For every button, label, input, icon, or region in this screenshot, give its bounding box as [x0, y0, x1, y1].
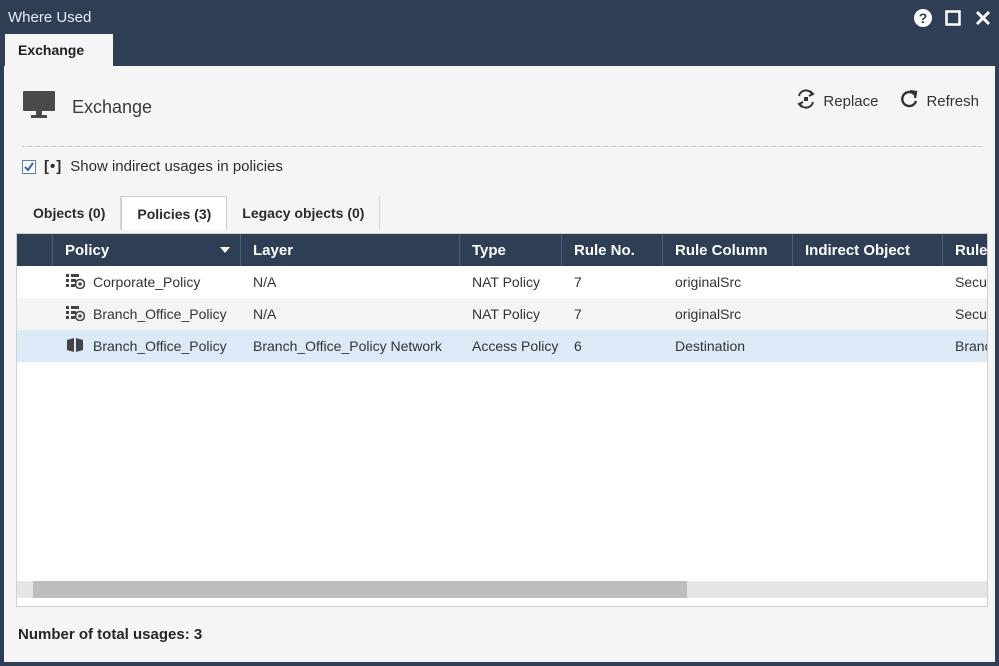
window-title: Where Used — [8, 9, 92, 26]
col-rule[interactable]: Rule — [943, 234, 987, 266]
cell-layer: N/A — [253, 274, 277, 290]
row-spacer — [17, 330, 53, 362]
toolbar: Replace Refresh — [795, 88, 979, 114]
cell-rule-no: 6 — [574, 338, 582, 354]
policy-name: Branch_Office_Policy — [93, 338, 227, 354]
cell-indirect-object — [793, 330, 943, 362]
horizontal-scrollbar[interactable] — [17, 581, 987, 598]
indirect-usage-checkbox[interactable] — [22, 159, 36, 174]
cell-layer: Branch_Office_Policy Network — [253, 338, 442, 354]
where-used-panel: Exchange Replace Refresh [•] Show indire… — [4, 66, 995, 662]
col-rule-column[interactable]: Rule Column — [663, 234, 793, 266]
row-spacer — [17, 298, 53, 330]
nat-policy-icon — [65, 273, 86, 292]
cell-type: NAT Policy — [472, 274, 540, 290]
window-controls: ? — [913, 8, 993, 28]
policy-name: Branch_Office_Policy — [93, 306, 227, 322]
cell-rule: Secur — [955, 274, 988, 290]
cell-indirect-object — [793, 298, 943, 330]
header-spacer — [17, 234, 53, 266]
table-header: Policy Layer Type Rule No. Rule Column I… — [17, 234, 987, 266]
total-usages: Number of total usages: 3 — [18, 626, 203, 643]
nat-policy-icon — [65, 305, 86, 324]
col-policy[interactable]: Policy — [53, 234, 241, 266]
cell-policy: Corporate_Policy — [53, 266, 241, 298]
access-policy-icon — [65, 337, 85, 356]
monitor-icon — [22, 90, 56, 125]
row-spacer — [17, 266, 53, 298]
title-bar: Where Used ? — [0, 0, 999, 34]
cell-rule-column: originalSrc — [675, 274, 742, 290]
scrollbar-thumb[interactable] — [33, 581, 687, 598]
maximize-icon[interactable] — [943, 8, 963, 28]
replace-label: Replace — [823, 92, 879, 110]
top-tabstrip: Exchange — [0, 34, 999, 66]
tab-policies[interactable]: Policies (3) — [121, 196, 228, 230]
separator — [22, 146, 982, 147]
cell-indirect-object — [793, 266, 943, 298]
cell-policy: Branch_Office_Policy — [53, 298, 241, 330]
indirect-usage-row: [•] Show indirect usages in policies — [22, 158, 283, 175]
replace-button[interactable]: Replace — [795, 88, 878, 114]
tab-exchange[interactable]: Exchange — [5, 34, 113, 66]
col-type[interactable]: Type — [460, 234, 562, 266]
cell-layer: N/A — [253, 306, 277, 322]
cell-rule: Secur — [955, 306, 988, 322]
tab-legacy-objects[interactable]: Legacy objects (0) — [227, 196, 381, 230]
cell-rule-column: Destination — [675, 338, 746, 354]
col-indirect-object[interactable]: Indirect Object — [793, 234, 943, 266]
sort-down-icon[interactable] — [220, 247, 230, 253]
indirect-usage-label[interactable]: Show indirect usages in policies — [70, 158, 283, 175]
object-name: Exchange — [72, 96, 153, 117]
table-row[interactable]: Corporate_Policy N/A NAT Policy 7 origin… — [17, 266, 988, 298]
table-row-selected[interactable]: Branch_Office_Policy Branch_Office_Polic… — [17, 330, 988, 362]
table-body: Corporate_Policy N/A NAT Policy 7 origin… — [17, 266, 988, 362]
refresh-icon — [898, 88, 920, 114]
refresh-label: Refresh — [926, 92, 979, 110]
refresh-button[interactable]: Refresh — [898, 88, 979, 114]
cell-policy: Branch_Office_Policy — [53, 330, 241, 362]
cell-rule-no: 7 — [574, 306, 582, 322]
col-layer[interactable]: Layer — [241, 234, 460, 266]
replace-icon — [795, 88, 817, 114]
cell-type: Access Policy — [472, 338, 559, 354]
help-icon[interactable]: ? — [913, 8, 933, 28]
tab-objects[interactable]: Objects (0) — [18, 196, 122, 230]
cell-type: NAT Policy — [472, 306, 540, 322]
policy-name: Corporate_Policy — [93, 274, 201, 290]
col-rule-no[interactable]: Rule No. — [562, 234, 663, 266]
usages-table: Policy Layer Type Rule No. Rule Column I… — [16, 233, 988, 607]
table-row[interactable]: Branch_Office_Policy N/A NAT Policy 7 or… — [17, 298, 988, 330]
cell-rule-no: 7 — [574, 274, 582, 290]
cell-rule-column: originalSrc — [675, 306, 742, 322]
cell-rule: Branc — [955, 338, 988, 354]
usage-tabs: Objects (0) Policies (3) Legacy objects … — [18, 196, 381, 230]
col-policy-label: Policy — [65, 241, 110, 259]
indirect-icon: [•] — [44, 158, 63, 175]
object-header: Exchange — [22, 90, 153, 125]
close-icon[interactable] — [973, 8, 993, 28]
